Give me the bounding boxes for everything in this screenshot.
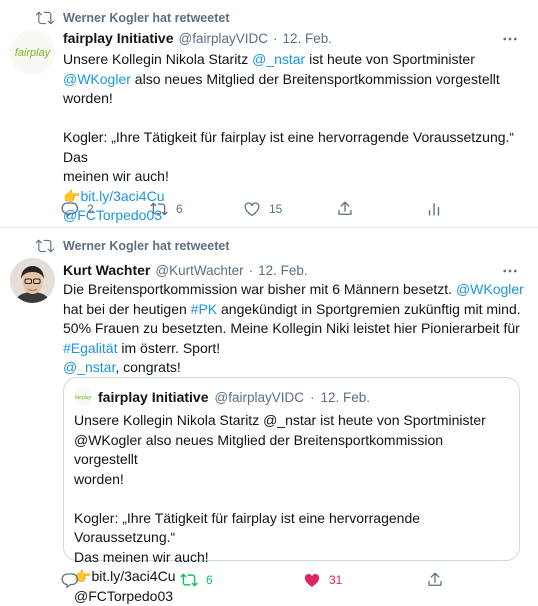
tweet-text: Die Breitensportkommission war bisher mi… bbox=[63, 280, 529, 378]
more-icon bbox=[501, 262, 519, 280]
separator-dot: · bbox=[249, 263, 254, 278]
tweet[interactable]: Werner Kogler hat retweetet fairplay fai… bbox=[0, 0, 538, 228]
more-button[interactable] bbox=[500, 29, 520, 49]
share-button[interactable] bbox=[336, 196, 354, 222]
like-button[interactable]: 31 bbox=[303, 567, 342, 593]
tweet-actions: 2 6 15 bbox=[53, 196, 493, 222]
text-segment: Unsere Kollegin Nikola Staritz bbox=[63, 51, 252, 67]
retweet-count: 6 bbox=[176, 202, 183, 216]
share-icon bbox=[426, 571, 444, 589]
analytics-button[interactable] bbox=[425, 196, 443, 222]
like-count: 31 bbox=[329, 573, 342, 587]
text-line: Das meinen wir auch! bbox=[74, 548, 510, 568]
separator-dot: · bbox=[310, 390, 315, 405]
reply-icon bbox=[61, 200, 79, 218]
text-line: Kogler: „Ihre Tätigkeit für fairplay ist… bbox=[74, 509, 510, 548]
more-icon bbox=[501, 30, 519, 48]
timestamp: 12. Feb. bbox=[320, 390, 370, 405]
reply-icon bbox=[61, 571, 79, 589]
blank-line bbox=[63, 109, 529, 129]
fairplay-logo: fairplay bbox=[10, 30, 55, 75]
retweet-button[interactable]: 6 bbox=[180, 567, 213, 593]
text-line: Kogler: „Ihre Tätigkeit für fairplay ist… bbox=[63, 128, 529, 167]
hashtag-link[interactable]: #Egalität bbox=[63, 340, 117, 356]
hashtag-link[interactable]: #PK bbox=[191, 301, 217, 317]
like-count: 15 bbox=[269, 202, 282, 216]
text-segment: Die Breitensportkommission war bisher mi… bbox=[63, 281, 456, 297]
avatar[interactable] bbox=[10, 258, 55, 303]
like-button[interactable]: 15 bbox=[243, 196, 282, 222]
text-line: Unsere Kollegin Nikola Staritz @_nstar i… bbox=[74, 411, 510, 431]
fairplay-logo: fairplay bbox=[74, 388, 92, 406]
tweet[interactable]: Werner Kogler hat retweetet Kurt Wachter… bbox=[0, 228, 538, 600]
retweet-label[interactable]: Werner Kogler hat retweetet bbox=[63, 239, 229, 253]
analytics-icon bbox=[425, 200, 443, 218]
text-segment: , congrats! bbox=[115, 359, 180, 375]
mention-link[interactable]: @WKogler bbox=[456, 281, 524, 297]
reply-count: 2 bbox=[87, 202, 94, 216]
blank-line bbox=[74, 489, 510, 509]
more-button[interactable] bbox=[500, 261, 520, 281]
retweet-button[interactable]: 6 bbox=[150, 196, 183, 222]
mention-link[interactable]: @WKogler bbox=[63, 71, 131, 87]
mention-link[interactable]: @_nstar bbox=[252, 51, 305, 67]
text-line: worden! bbox=[74, 470, 510, 490]
text-line: meinen wir auch! bbox=[63, 167, 529, 187]
text-segment: also neues Mitglied der Breitensportkomm… bbox=[131, 71, 500, 87]
author-name: fairplay Initiative bbox=[98, 389, 208, 405]
svg-text:fairplay: fairplay bbox=[15, 47, 52, 59]
author-name[interactable]: Kurt Wachter bbox=[63, 262, 150, 278]
text-segment: angekündigt in Sportgremien zukünftig mi… bbox=[217, 301, 521, 317]
quoted-tweet-header: fairplay fairplay Initiative @fairplayVI… bbox=[74, 388, 370, 406]
text-segment: im österr. Sport! bbox=[117, 340, 220, 356]
text-line: @WKogler also neues Mitglied der Breiten… bbox=[74, 431, 510, 470]
retweet-icon bbox=[36, 9, 54, 27]
text-segment: ist heute von Sportminister bbox=[305, 51, 475, 67]
timestamp[interactable]: 12. Feb. bbox=[282, 31, 332, 46]
separator-dot: · bbox=[273, 31, 278, 46]
text-segment: hat bei der heutigen bbox=[63, 301, 191, 317]
share-button[interactable] bbox=[426, 567, 444, 593]
svg-text:fairplay: fairplay bbox=[75, 395, 92, 401]
text-line: 50% Frauen zu besetzten. Meine Kollegin … bbox=[63, 319, 529, 339]
person-portrait bbox=[10, 258, 55, 303]
retweet-icon bbox=[150, 200, 168, 218]
retweet-label[interactable]: Werner Kogler hat retweetet bbox=[63, 11, 229, 25]
timestamp[interactable]: 12. Feb. bbox=[258, 263, 308, 278]
retweet-icon bbox=[180, 571, 198, 589]
share-icon bbox=[336, 200, 354, 218]
tweet-header: Kurt Wachter @KurtWachter · 12. Feb. bbox=[63, 262, 308, 278]
quoted-tweet[interactable]: fairplay fairplay Initiative @fairplayVI… bbox=[63, 377, 520, 561]
author-handle[interactable]: @fairplayVIDC bbox=[178, 31, 267, 46]
retweet-context: Werner Kogler hat retweetet bbox=[36, 237, 229, 255]
author-name[interactable]: fairplay Initiative bbox=[63, 30, 173, 46]
retweet-context: Werner Kogler hat retweetet bbox=[36, 9, 229, 27]
mention-link[interactable]: @_nstar bbox=[63, 359, 115, 375]
avatar: fairplay bbox=[74, 388, 92, 406]
retweet-count: 6 bbox=[206, 573, 213, 587]
author-handle: @fairplayVIDC bbox=[214, 390, 303, 405]
reply-button[interactable] bbox=[61, 567, 87, 593]
author-handle[interactable]: @KurtWachter bbox=[155, 263, 243, 278]
avatar[interactable]: fairplay bbox=[10, 30, 55, 75]
tweet-header: fairplay Initiative @fairplayVIDC · 12. … bbox=[63, 30, 332, 46]
like-icon bbox=[303, 571, 321, 589]
tweet-actions: 6 31 bbox=[53, 567, 493, 593]
like-icon bbox=[243, 200, 261, 218]
reply-button[interactable]: 2 bbox=[61, 196, 94, 222]
retweet-icon bbox=[36, 237, 54, 255]
text-line: worden! bbox=[63, 89, 529, 109]
